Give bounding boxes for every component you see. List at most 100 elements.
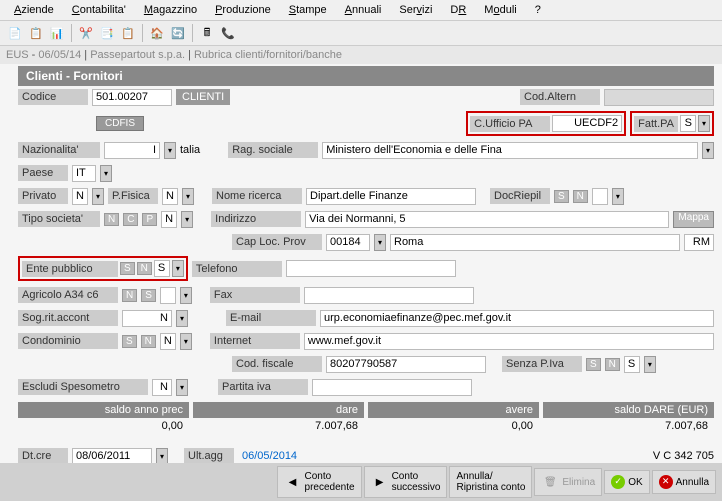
vc-code: V C 342 705 (653, 450, 714, 462)
spiva-dropdown-icon[interactable]: ▾ (644, 356, 656, 373)
tool-paste-icon[interactable]: 📋 (119, 24, 137, 42)
conto-precedente-button[interactable]: ◀ Conto precedente (277, 466, 362, 498)
escludi-field[interactable]: N (152, 379, 172, 396)
total-saldo-dare-label: saldo DARE (EUR) (543, 402, 714, 418)
codice-field[interactable]: 501.00207 (92, 89, 172, 106)
fax-field[interactable] (304, 287, 474, 304)
codice-label: Codice (18, 89, 88, 105)
docriepil-dropdown-icon[interactable]: ▾ (612, 188, 624, 205)
breadcrumb-path: Rubrica clienti/fornitori/banche (194, 49, 342, 61)
tiposoc-dropdown-icon[interactable]: ▾ (181, 211, 193, 228)
senzapiva-field[interactable]: S (624, 356, 640, 373)
agricolo-field[interactable] (160, 287, 176, 304)
elimina-label: Elimina (562, 477, 595, 488)
menu-aziende[interactable]: Aziende (6, 2, 62, 18)
spiva-n[interactable]: N (605, 358, 620, 371)
tool-phone-icon[interactable]: 📞 (219, 24, 237, 42)
internet-field[interactable]: www.mef.gov.it (304, 333, 714, 350)
nazionalita-field[interactable]: I (104, 142, 160, 159)
dtcre-field[interactable]: 08/06/2011 (72, 448, 152, 465)
totals-row: saldo anno prec 0,00 dare 7.007,68 avere… (18, 402, 714, 434)
tool-copy-icon[interactable]: 📑 (98, 24, 116, 42)
elimina-button[interactable]: 🗑 Elimina (534, 468, 602, 496)
menu-produzione[interactable]: Produzione (207, 2, 279, 18)
agricolo-dropdown-icon[interactable]: ▾ (180, 287, 192, 304)
agricolo-s[interactable]: S (141, 289, 156, 302)
fattpa-dropdown-icon[interactable]: ▾ (698, 115, 710, 132)
menu-contabilita[interactable]: Contabilita' (64, 2, 134, 18)
cond-n[interactable]: N (141, 335, 156, 348)
loc-field[interactable]: Roma (390, 234, 680, 251)
menu-help[interactable]: ? (527, 2, 549, 18)
sogrit-dropdown-icon[interactable]: ▾ (176, 310, 188, 327)
conto-successivo-label: Conto successivo (392, 471, 441, 493)
email-label: E-mail (226, 310, 316, 326)
tool-doc2-icon[interactable]: 📋 (27, 24, 45, 42)
codfiscale-field[interactable]: 80207790587 (326, 356, 486, 373)
nomericerca-field[interactable]: Dipart.delle Finanze (306, 188, 476, 205)
prov-field[interactable]: RM (684, 234, 714, 251)
senzapiva-label: Senza P.Iva (502, 356, 582, 372)
condominio-field[interactable]: N (160, 333, 176, 350)
paese-field[interactable]: IT (72, 165, 96, 182)
sogrit-field[interactable]: N (122, 310, 172, 327)
dtcre-dropdown-icon[interactable]: ▾ (156, 448, 168, 465)
cufficio-field[interactable]: UECDF2 (552, 115, 622, 132)
cond-s[interactable]: S (122, 335, 137, 348)
ragsociale-label: Rag. sociale (228, 142, 318, 158)
tool-calc-icon[interactable]: 📊 (48, 24, 66, 42)
agricolo-n1[interactable]: N (122, 289, 137, 302)
tiposocieta-field[interactable]: N (161, 211, 177, 228)
email-field[interactable]: urp.economiaefinanze@pec.mef.gov.it (320, 310, 714, 327)
privato-field[interactable]: N (72, 188, 88, 205)
entepubblico-field[interactable]: S (154, 260, 170, 277)
tool-cut-icon[interactable]: ✂️ (77, 24, 95, 42)
ente-n[interactable]: N (137, 262, 152, 275)
telefono-field[interactable] (286, 260, 456, 277)
menu-stampe[interactable]: Stampe (281, 2, 335, 18)
docriepil-n[interactable]: N (573, 190, 588, 203)
partitaiva-field[interactable] (312, 379, 472, 396)
annulla-button[interactable]: ✕ Annulla (652, 470, 716, 494)
nazionalita-dropdown-icon[interactable]: ▾ (164, 142, 176, 159)
ok-button[interactable]: ✓ OK (604, 470, 649, 494)
tool-calculator-icon[interactable]: 🖩 (198, 24, 216, 42)
cufficio-label: C.Ufficio PA (470, 116, 550, 132)
ragsociale-dropdown-icon[interactable]: ▾ (702, 142, 714, 159)
tool-doc1-icon[interactable]: 📄 (6, 24, 24, 42)
tiposoc-n[interactable]: N (104, 213, 119, 226)
tiposoc-p[interactable]: P (142, 213, 157, 226)
docriepil-field[interactable] (592, 188, 608, 205)
trash-icon: 🗑 (541, 473, 559, 491)
conto-successivo-button[interactable]: ▶ Conto successivo (364, 466, 448, 498)
breadcrumb-date: 06/05/14 (38, 49, 81, 61)
ente-s[interactable]: S (120, 262, 135, 275)
pfisica-field[interactable]: N (162, 188, 178, 205)
paese-dropdown-icon[interactable]: ▾ (100, 165, 112, 182)
menu-moduli[interactable]: Moduli (476, 2, 524, 18)
tool-refresh-icon[interactable]: 🔄 (169, 24, 187, 42)
annulla-ripristina-button[interactable]: Annulla/ Ripristina conto (449, 466, 532, 498)
menu-magazzino[interactable]: Magazzino (136, 2, 205, 18)
spiva-s[interactable]: S (586, 358, 601, 371)
cap-field[interactable]: 00184 (326, 234, 370, 251)
mappa-button[interactable]: Mappa (673, 211, 714, 228)
indirizzo-field[interactable]: Via dei Normanni, 5 (305, 211, 669, 228)
escludi-dropdown-icon[interactable]: ▾ (176, 379, 188, 396)
cdfis-button[interactable]: CDFIS (96, 116, 144, 131)
codaltern-field[interactable] (604, 89, 714, 106)
nomericerca-label: Nome ricerca (212, 188, 302, 204)
privato-dropdown-icon[interactable]: ▾ (92, 188, 104, 205)
docriepil-s[interactable]: S (554, 190, 569, 203)
menu-servizi[interactable]: Servizi (391, 2, 440, 18)
tiposoc-c[interactable]: C (123, 213, 138, 226)
menu-dr[interactable]: DR (442, 2, 474, 18)
ragsociale-field[interactable]: Ministero dell'Economia e delle Fina (322, 142, 698, 159)
ente-dropdown-icon[interactable]: ▾ (172, 260, 184, 277)
cond-dropdown-icon[interactable]: ▾ (180, 333, 192, 350)
pfisica-dropdown-icon[interactable]: ▾ (182, 188, 194, 205)
fattpa-field[interactable]: S (680, 115, 696, 132)
menu-annuali[interactable]: Annuali (337, 2, 390, 18)
cap-dropdown-icon[interactable]: ▾ (374, 234, 386, 251)
tool-home-icon[interactable]: 🏠 (148, 24, 166, 42)
